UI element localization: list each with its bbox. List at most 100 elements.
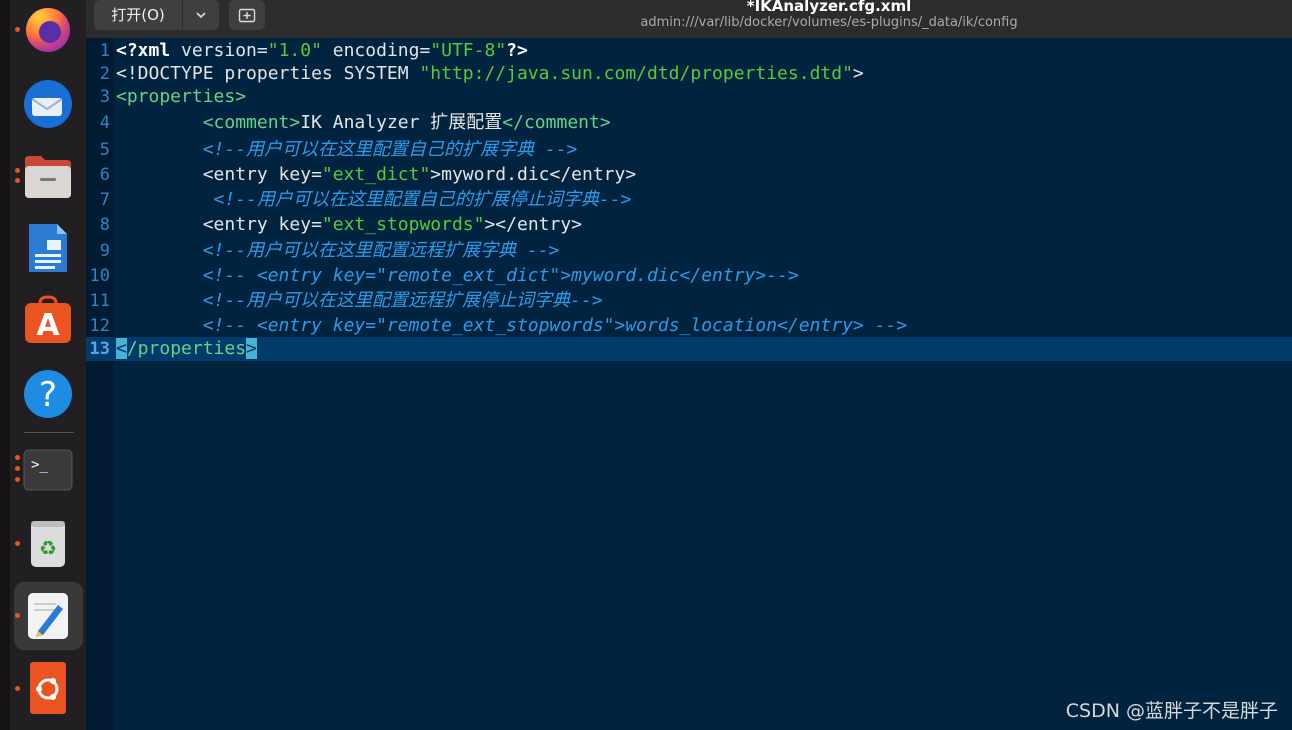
- open-button[interactable]: 打开(O): [94, 0, 182, 30]
- code-token: "ext_stopwords": [321, 214, 485, 235]
- line-number: 11: [89, 291, 110, 311]
- code-line[interactable]: 5 <!--用户可以在这里配置自己的扩展字典 -->: [86, 138, 1292, 162]
- code-line[interactable]: 7 <!--用户可以在这里配置自己的扩展停止词字典-->: [86, 188, 1292, 212]
- window-subtitle: admin:///var/lib/docker/volumes/es-plugi…: [640, 15, 1018, 30]
- code-line[interactable]: 6 <entry key="ext_dict">myword.dic</entr…: [86, 163, 1292, 187]
- running-indicator: [15, 541, 20, 546]
- code-text: <!-- <entry key="remote_ext_dict">myword…: [116, 264, 799, 288]
- open-menu-button[interactable]: [183, 0, 219, 30]
- code-token: "UTF-8": [430, 40, 507, 61]
- dock: A ? >_ ♻: [0, 0, 86, 730]
- running-indicator: [15, 613, 20, 618]
- line-number: 1: [99, 41, 110, 61]
- code-line[interactable]: 13 </properties>: [86, 337, 1292, 361]
- code-token: >myword.dic</entry>: [430, 164, 637, 185]
- line-number: 7: [99, 190, 110, 210]
- line-number: 12: [89, 316, 110, 336]
- line-number: 8: [99, 215, 110, 235]
- code-text: <!--用户可以在这里配置自己的扩展字典 -->: [116, 138, 578, 162]
- running-indicator: [15, 477, 20, 482]
- code-line[interactable]: 12 <!-- <entry key="remote_ext_stopwords…: [86, 314, 1292, 338]
- line-number: 4: [99, 113, 110, 133]
- code-token: <entry key=: [116, 214, 322, 235]
- line-number: 9: [99, 241, 110, 261]
- code-line[interactable]: 1 <?xml version="1.0" encoding="UTF-8"?>: [86, 39, 1292, 63]
- thunderbird-icon[interactable]: [22, 78, 74, 130]
- code-text: <!--用户可以在这里配置远程扩展字典 -->: [116, 239, 560, 263]
- code-token: <!-- <entry key="remote_ext_dict">myword…: [202, 265, 799, 286]
- dock-separator: [24, 432, 74, 433]
- code-text: <entry key="ext_dict">myword.dic</entry>: [116, 163, 637, 187]
- code-token: "http://java.sun.com/dtd/properties.dtd": [419, 63, 853, 84]
- text-editor-icon[interactable]: [22, 590, 74, 642]
- code-line[interactable]: 2 <!DOCTYPE properties SYSTEM "http://jav…: [86, 62, 1292, 86]
- code-token: "1.0": [267, 40, 322, 61]
- running-indicator: [15, 168, 20, 173]
- code-token: >: [852, 63, 864, 84]
- code-line[interactable]: 9 <!--用户可以在这里配置远程扩展字典 -->: [86, 239, 1292, 263]
- running-indicator: [15, 455, 20, 460]
- code-text: </properties>: [116, 337, 257, 361]
- code-token: <!--用户可以在这里配置远程扩展字典 -->: [202, 240, 560, 261]
- code-token: encoding=: [321, 40, 431, 61]
- svg-text:♻: ♻: [39, 536, 57, 560]
- code-token: ?>: [506, 40, 528, 61]
- line-number: 5: [99, 140, 110, 160]
- running-indicator: [15, 27, 20, 32]
- code-token: ></entry>: [484, 214, 583, 235]
- code-text: <comment>IK Analyzer 扩展配置</comment>: [116, 111, 611, 135]
- firefox-icon[interactable]: [22, 4, 74, 56]
- line-number: 3: [99, 87, 110, 107]
- line-number: 10: [89, 266, 110, 286]
- files-icon[interactable]: [22, 150, 74, 202]
- code-text: <!DOCTYPE properties SYSTEM "http://java…: [116, 62, 864, 86]
- chevron-down-icon: [196, 12, 206, 19]
- code-token: <?xml: [116, 40, 171, 61]
- line-number: 13: [89, 339, 110, 359]
- ubuntu-icon[interactable]: [22, 662, 74, 714]
- code-text: <!--用户可以在这里配置自己的扩展停止词字典-->: [116, 188, 632, 212]
- code-line[interactable]: 8 <entry key="ext_stopwords"></entry>: [86, 213, 1292, 237]
- line-number: 6: [99, 165, 110, 185]
- libreoffice-writer-icon[interactable]: [22, 222, 74, 274]
- svg-text:A: A: [36, 308, 60, 343]
- code-text: <!--用户可以在这里配置远程扩展停止词字典-->: [116, 289, 603, 313]
- help-icon[interactable]: ?: [22, 368, 74, 420]
- app-center-icon[interactable]: A: [22, 294, 74, 346]
- running-indicator: [15, 686, 20, 691]
- code-token: /properties: [126, 338, 247, 359]
- running-indicator: [15, 466, 20, 471]
- code-line[interactable]: 4 <comment>IK Analyzer 扩展配置</comment>: [86, 111, 1292, 135]
- code-token: >: [246, 338, 257, 359]
- code-token: <!--用户可以在这里配置自己的扩展字典 -->: [202, 139, 578, 160]
- trash-icon[interactable]: ♻: [22, 518, 74, 570]
- code-text: <properties>: [116, 85, 246, 109]
- code-text: <!-- <entry key="remote_ext_stopwords">w…: [116, 314, 907, 338]
- code-token: IK Analyzer 扩展配置: [300, 112, 503, 133]
- code-token: <!-- <entry key="remote_ext_stopwords">w…: [202, 315, 908, 336]
- code-token: <!--用户可以在这里配置远程扩展停止词字典-->: [202, 290, 603, 311]
- code-line[interactable]: 10 <!-- <entry key="remote_ext_dict">myw…: [86, 264, 1292, 288]
- code-token: <properties>: [116, 86, 247, 107]
- code-text: <?xml version="1.0" encoding="UTF-8"?>: [116, 39, 528, 63]
- code-token: <: [116, 338, 127, 359]
- terminal-icon[interactable]: >_: [22, 444, 74, 496]
- svg-text:?: ?: [39, 375, 57, 415]
- code-text: <entry key="ext_stopwords"></entry>: [116, 213, 582, 237]
- new-tab-icon: [238, 8, 256, 23]
- dock-edge: [0, 0, 10, 730]
- window-title: *IKAnalyzer.cfg.xml: [746, 0, 912, 15]
- line-number: 2: [99, 64, 110, 84]
- code-line[interactable]: 11 <!--用户可以在这里配置远程扩展停止词字典-->: [86, 289, 1292, 313]
- code-token: <comment>: [202, 112, 301, 133]
- code-line[interactable]: 3 <properties>: [86, 85, 1292, 109]
- code-token: <entry key=: [116, 164, 322, 185]
- new-tab-button[interactable]: [229, 0, 265, 30]
